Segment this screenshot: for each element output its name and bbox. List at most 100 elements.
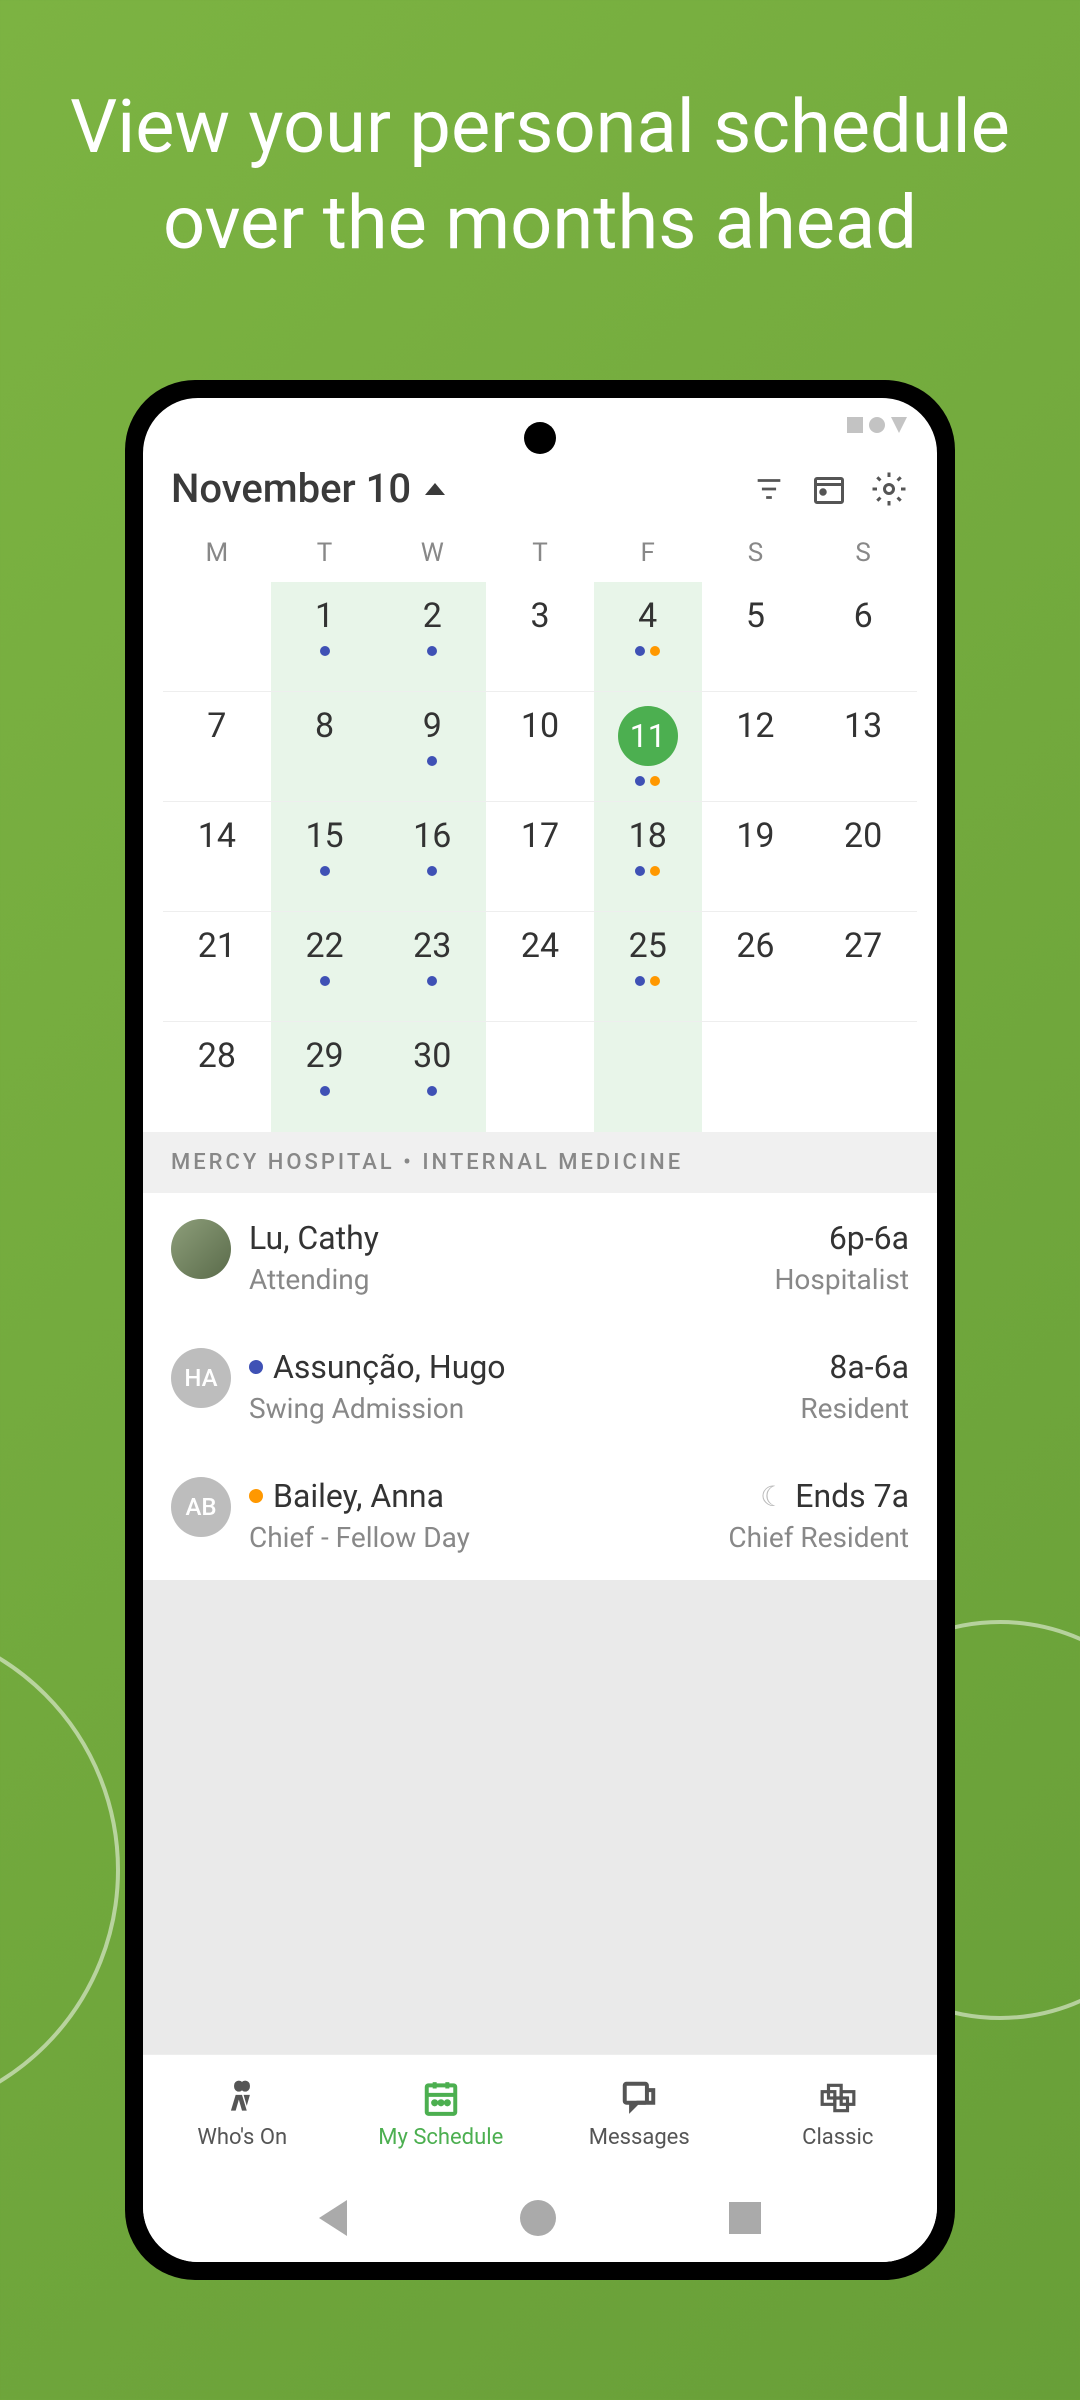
event-dot-icon bbox=[320, 976, 330, 986]
calendar-day[interactable]: 21 bbox=[163, 912, 271, 1022]
calendar-day bbox=[809, 1022, 917, 1132]
status-icon bbox=[847, 417, 863, 433]
calendar-day[interactable]: 24 bbox=[486, 912, 594, 1022]
app-header: November 10 bbox=[143, 443, 937, 530]
event-dot-icon bbox=[320, 866, 330, 876]
nav-who-s-on[interactable]: Who's On bbox=[143, 2055, 342, 2174]
event-dot-icon bbox=[635, 646, 645, 656]
today-button[interactable] bbox=[809, 469, 849, 509]
day-number: 23 bbox=[378, 926, 486, 966]
calendar-day[interactable]: 29 bbox=[271, 1022, 379, 1132]
event-dot-icon bbox=[650, 976, 660, 986]
context-bar: MERCY HOSPITAL • INTERNAL MEDICINE bbox=[143, 1132, 937, 1193]
person-name: Assunção, Hugo bbox=[249, 1348, 782, 1386]
calendar-day bbox=[163, 582, 271, 692]
calendar-day[interactable]: 23 bbox=[378, 912, 486, 1022]
nav-label: Classic bbox=[802, 2125, 873, 2150]
calendar-day[interactable]: 2 bbox=[378, 582, 486, 692]
day-number: 25 bbox=[594, 926, 702, 966]
day-number: 26 bbox=[702, 926, 810, 966]
calendar-day[interactable]: 11 bbox=[594, 692, 702, 802]
shift-time: ☾Ends 7a bbox=[728, 1477, 909, 1515]
event-dot-icon bbox=[427, 646, 437, 656]
calendar-day[interactable]: 7 bbox=[163, 692, 271, 802]
status-icon bbox=[891, 417, 907, 433]
calendar-day[interactable]: 12 bbox=[702, 692, 810, 802]
calendar-day[interactable]: 4 bbox=[594, 582, 702, 692]
calendar-day[interactable]: 30 bbox=[378, 1022, 486, 1132]
day-number: 5 bbox=[702, 596, 810, 636]
nav-icon bbox=[620, 2079, 658, 2117]
nav-label: Messages bbox=[589, 2125, 690, 2150]
calendar: MTWTFSS 12345678910111213141516171819202… bbox=[143, 530, 937, 1132]
schedule-item[interactable]: ABBailey, AnnaChief - Fellow Day☾Ends 7a… bbox=[143, 1451, 937, 1580]
calendar-day[interactable]: 6 bbox=[809, 582, 917, 692]
calendar-day[interactable]: 28 bbox=[163, 1022, 271, 1132]
event-dot-icon bbox=[427, 866, 437, 876]
back-button[interactable] bbox=[319, 2200, 347, 2236]
calendar-day[interactable]: 16 bbox=[378, 802, 486, 912]
avatar: AB bbox=[171, 1477, 231, 1537]
dropdown-arrow-icon bbox=[425, 483, 445, 495]
calendar-day[interactable]: 20 bbox=[809, 802, 917, 912]
event-dot-icon bbox=[650, 866, 660, 876]
calendar-day[interactable]: 9 bbox=[378, 692, 486, 802]
position-label: Resident bbox=[800, 1392, 909, 1425]
weekday-label: W bbox=[378, 538, 486, 568]
color-dot-icon bbox=[249, 1489, 263, 1503]
nav-icon bbox=[223, 2079, 261, 2117]
calendar-day[interactable]: 14 bbox=[163, 802, 271, 912]
day-number: 29 bbox=[271, 1036, 379, 1076]
system-nav bbox=[143, 2174, 937, 2262]
calendar-day[interactable]: 19 bbox=[702, 802, 810, 912]
month-selector[interactable]: November 10 bbox=[171, 465, 729, 512]
settings-button[interactable] bbox=[869, 469, 909, 509]
calendar-day[interactable]: 8 bbox=[271, 692, 379, 802]
day-number: 22 bbox=[271, 926, 379, 966]
day-number: 14 bbox=[163, 816, 271, 856]
day-number: 16 bbox=[378, 816, 486, 856]
banner-text: View your personal schedule over the mon… bbox=[0, 0, 1080, 332]
nav-messages[interactable]: Messages bbox=[540, 2055, 739, 2174]
event-dot-icon bbox=[427, 756, 437, 766]
day-number: 7 bbox=[163, 706, 271, 746]
schedule-item[interactable]: Lu, CathyAttending6p-6aHospitalist bbox=[143, 1193, 937, 1322]
avatar: HA bbox=[171, 1348, 231, 1408]
recent-button[interactable] bbox=[729, 2202, 761, 2234]
event-dot-icon bbox=[650, 776, 660, 786]
day-number: 28 bbox=[163, 1036, 271, 1076]
person-name: Bailey, Anna bbox=[249, 1477, 710, 1515]
calendar-day[interactable]: 15 bbox=[271, 802, 379, 912]
calendar-day[interactable]: 22 bbox=[271, 912, 379, 1022]
filter-button[interactable] bbox=[749, 469, 789, 509]
shift-time: 8a-6a bbox=[800, 1348, 909, 1386]
home-button[interactable] bbox=[520, 2200, 556, 2236]
calendar-day[interactable]: 17 bbox=[486, 802, 594, 912]
day-number: 17 bbox=[486, 816, 594, 856]
calendar-day[interactable]: 27 bbox=[809, 912, 917, 1022]
weekday-label: M bbox=[163, 538, 271, 568]
nav-label: Who's On bbox=[197, 2125, 287, 2150]
shift-time: 6p-6a bbox=[774, 1219, 909, 1257]
person-name: Lu, Cathy bbox=[249, 1219, 756, 1257]
event-dot-icon bbox=[427, 976, 437, 986]
calendar-day[interactable]: 18 bbox=[594, 802, 702, 912]
person-role: Attending bbox=[249, 1263, 756, 1296]
calendar-day[interactable]: 13 bbox=[809, 692, 917, 802]
nav-my-schedule[interactable]: My Schedule bbox=[342, 2055, 541, 2174]
weekday-label: S bbox=[809, 538, 917, 568]
calendar-day[interactable]: 10 bbox=[486, 692, 594, 802]
weekday-label: S bbox=[702, 538, 810, 568]
person-role: Swing Admission bbox=[249, 1392, 782, 1425]
day-number: 1 bbox=[271, 596, 379, 636]
day-number: 27 bbox=[809, 926, 917, 966]
calendar-day[interactable]: 1 bbox=[271, 582, 379, 692]
nav-classic[interactable]: Classic bbox=[739, 2055, 938, 2174]
schedule-item[interactable]: HA Assunção, Hugo Swing Admission 8a-6a Resi… bbox=[143, 1322, 937, 1451]
calendar-day[interactable]: 3 bbox=[486, 582, 594, 692]
calendar-day[interactable]: 26 bbox=[702, 912, 810, 1022]
calendar-day[interactable]: 25 bbox=[594, 912, 702, 1022]
event-dot-icon bbox=[427, 1086, 437, 1096]
calendar-day bbox=[702, 1022, 810, 1132]
calendar-day[interactable]: 5 bbox=[702, 582, 810, 692]
